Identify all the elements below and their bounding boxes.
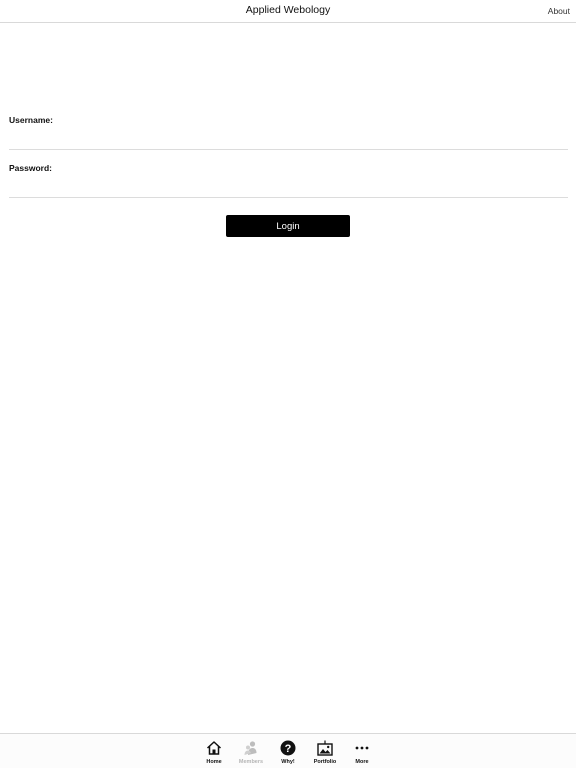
tab-members-label: Members [238, 759, 264, 765]
home-icon [206, 741, 222, 755]
tab-more-label: More [355, 759, 369, 765]
tab-why-label: Why! [281, 759, 295, 765]
login-button[interactable]: Login [226, 215, 350, 237]
more-icon [355, 746, 369, 750]
password-label: Password: [9, 163, 52, 173]
svg-text:?: ? [285, 743, 292, 755]
username-field[interactable] [9, 131, 568, 150]
password-field[interactable] [9, 179, 568, 198]
tab-bar: Home Members ? Why! Portfolio More [0, 733, 576, 768]
about-button[interactable]: About [548, 6, 570, 16]
portfolio-icon [317, 740, 333, 756]
app-title: Applied Webology [245, 4, 331, 16]
tab-portfolio[interactable]: Portfolio [307, 740, 343, 766]
tab-why[interactable]: ? Why! [270, 740, 306, 766]
question-icon: ? [280, 740, 296, 756]
navigation-bar: Applied Webology About [0, 0, 576, 23]
tab-members[interactable]: Members [233, 740, 269, 766]
members-icon [244, 741, 257, 755]
tab-portfolio-label: Portfolio [313, 759, 337, 765]
tab-home[interactable]: Home [196, 740, 232, 766]
tab-home-label: Home [206, 759, 222, 765]
username-label: Username: [9, 115, 53, 125]
tab-more[interactable]: More [344, 740, 380, 766]
